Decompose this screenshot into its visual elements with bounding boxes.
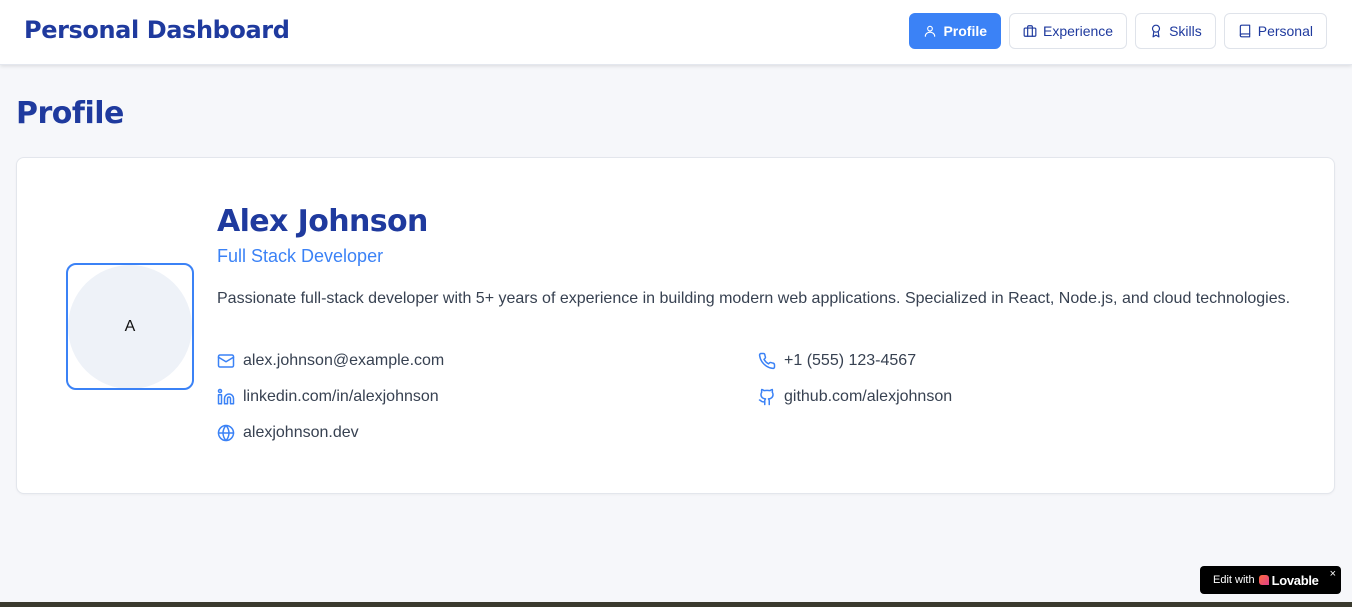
profile-card: A Alex Johnson Full Stack Developer Pass…	[16, 157, 1335, 494]
profile-bio: Passionate full-stack developer with 5+ …	[217, 290, 1291, 307]
page-title: Profile	[16, 96, 124, 131]
badge-prefix: Edit with	[1213, 574, 1255, 586]
website-text: alexjohnson.dev	[243, 424, 359, 441]
linkedin-link[interactable]: linkedin.com/in/alexjohnson	[217, 388, 439, 406]
nav-experience-label: Experience	[1043, 23, 1114, 39]
lovable-logo: Lovable	[1258, 572, 1319, 588]
nav-personal-button[interactable]: Personal	[1223, 13, 1327, 49]
github-link[interactable]: github.com/alexjohnson	[758, 388, 952, 406]
close-icon[interactable]: ×	[1330, 568, 1336, 580]
user-icon	[925, 25, 936, 37]
book-icon	[1239, 24, 1250, 38]
award-icon	[1151, 24, 1161, 38]
edit-with-lovable-badge[interactable]: Edit with Lovable ×	[1200, 566, 1341, 594]
nav-experience-button[interactable]: Experience	[1009, 13, 1128, 49]
nav-profile-label: Profile	[943, 23, 988, 39]
avatar: A	[68, 265, 192, 388]
phone-icon	[758, 352, 776, 370]
phone-text: +1 (555) 123-4567	[784, 352, 917, 369]
heart-icon	[1258, 575, 1269, 585]
linkedin-text: linkedin.com/in/alexjohnson	[243, 388, 439, 405]
email-link[interactable]: alex.johnson@example.com	[217, 352, 444, 370]
website-link[interactable]: alexjohnson.dev	[217, 424, 359, 442]
top-bar: Personal Dashboard Profile Experience Sk…	[0, 0, 1352, 65]
nav-skills-button[interactable]: Skills	[1135, 13, 1216, 49]
mail-icon	[217, 354, 235, 368]
profile-role: Full Stack Developer	[217, 246, 384, 266]
briefcase-icon	[1023, 25, 1037, 37]
bottom-edge	[0, 602, 1352, 607]
app-title: Personal Dashboard	[24, 16, 290, 44]
main-nav: Profile Experience Skills Personal	[909, 13, 1327, 49]
nav-profile-button[interactable]: Profile	[909, 13, 1002, 49]
nav-personal-label: Personal	[1257, 23, 1313, 39]
github-icon	[758, 388, 774, 406]
phone-link[interactable]: +1 (555) 123-4567	[758, 352, 916, 370]
github-text: github.com/alexjohnson	[784, 388, 953, 405]
email-text: alex.johnson@example.com	[243, 352, 445, 369]
nav-skills-label: Skills	[1169, 23, 1202, 39]
badge-brand: Lovable	[1271, 572, 1319, 588]
profile-name: Alex Johnson	[217, 204, 428, 239]
linkedin-icon	[217, 388, 235, 405]
globe-icon	[217, 424, 235, 442]
avatar-frame: A	[66, 263, 194, 390]
